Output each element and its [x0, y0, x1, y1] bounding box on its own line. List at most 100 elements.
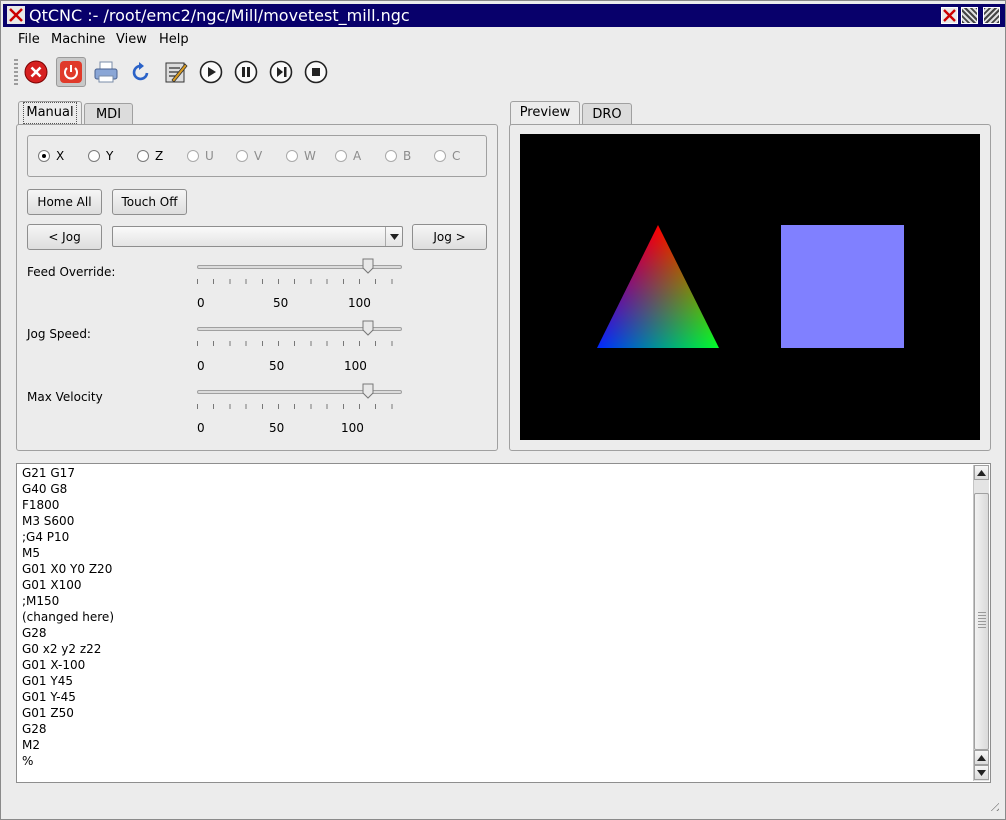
- menu-view[interactable]: View: [116, 32, 147, 47]
- toolbar-grip[interactable]: [14, 59, 18, 85]
- slider-handle[interactable]: [362, 258, 374, 274]
- scroll-up-button-lower[interactable]: [974, 750, 989, 765]
- gcode-line: G40 G8: [22, 482, 68, 496]
- step-button[interactable]: [266, 57, 296, 87]
- tick-label: 100: [341, 421, 364, 435]
- tick-label: 100: [344, 359, 367, 373]
- window-minimize-button[interactable]: [961, 7, 978, 24]
- gcode-line: G01 X100: [22, 578, 82, 592]
- axis-radio-y[interactable]: Y: [88, 149, 113, 163]
- tick-label: 100: [348, 296, 371, 310]
- axis-radio-w[interactable]: W: [286, 149, 316, 163]
- tab-manual[interactable]: Manual: [18, 101, 82, 125]
- axis-radio-x[interactable]: X: [38, 149, 64, 163]
- scrollbar-thumb[interactable]: [974, 493, 989, 750]
- tab-preview[interactable]: Preview: [510, 101, 580, 125]
- gcode-editor[interactable]: G21 G17 G40 G8 F1800 M3 S600 ;G4 P10 M5 G01 X0…: [16, 463, 991, 783]
- tab-dro[interactable]: DRO: [582, 103, 632, 125]
- gcode-line: G01 X0 Y0 Z20: [22, 562, 113, 576]
- arrow-up-icon: [977, 754, 986, 761]
- print-button[interactable]: [91, 57, 121, 87]
- gcode-line: F1800: [22, 498, 60, 512]
- rgb-triangle-shape: [597, 225, 719, 348]
- gcode-line: G28: [22, 722, 47, 736]
- tick-label: 0: [197, 421, 205, 435]
- stop-icon: [304, 60, 328, 84]
- vertical-scrollbar[interactable]: [973, 465, 989, 781]
- gcode-line: G01 Z50: [22, 706, 74, 720]
- machine-power-button[interactable]: [56, 57, 86, 87]
- axis-radio-z[interactable]: Z: [137, 149, 163, 163]
- arrow-down-icon: [977, 769, 986, 776]
- toolbar: [4, 53, 1004, 91]
- tick-label: 0: [197, 296, 205, 310]
- jog-minus-button[interactable]: < Jog: [27, 224, 102, 250]
- print-icon: [94, 61, 118, 83]
- reload-icon: [132, 62, 149, 81]
- pause-button[interactable]: [231, 57, 261, 87]
- tab-mdi[interactable]: MDI: [84, 103, 133, 125]
- title-bar[interactable]: QtCNC :- /root/emc2/ngc/Mill/movetest_mi…: [3, 4, 1005, 27]
- scroll-down-button[interactable]: [974, 765, 989, 780]
- main-window: QtCNC :- /root/emc2/ngc/Mill/movetest_mi…: [0, 0, 1006, 820]
- gcode-line: M2: [22, 738, 40, 752]
- gcode-line: G01 Y-45: [22, 690, 76, 704]
- max-velocity-slider[interactable]: [197, 383, 402, 413]
- resize-grip[interactable]: [987, 799, 999, 811]
- close-icon: [943, 9, 956, 22]
- menu-bar: File Machine View Help: [4, 28, 1004, 52]
- tick-label: 0: [197, 359, 205, 373]
- tick-label: 50: [269, 421, 285, 435]
- blue-square-shape: [781, 225, 904, 348]
- home-all-button[interactable]: Home All: [27, 189, 102, 215]
- menu-help[interactable]: Help: [159, 32, 189, 47]
- gcode-line: ;M150: [22, 594, 60, 608]
- axis-radio-c[interactable]: C: [434, 149, 460, 163]
- feed-override-label: Feed Override:: [27, 265, 116, 279]
- window-title: QtCNC :- /root/emc2/ngc/Mill/movetest_mi…: [29, 6, 410, 25]
- touch-off-button[interactable]: Touch Off: [112, 189, 187, 215]
- preview-canvas[interactable]: [520, 134, 980, 440]
- tick-label: 50: [269, 359, 285, 373]
- axis-radio-b[interactable]: B: [385, 149, 411, 163]
- tick-label: 50: [273, 296, 289, 310]
- menu-file[interactable]: File: [18, 32, 40, 47]
- power-icon: [60, 61, 82, 83]
- run-button[interactable]: [196, 57, 226, 87]
- window-close-button[interactable]: [941, 7, 958, 24]
- slider-handle[interactable]: [362, 383, 374, 399]
- gcode-line: M5: [22, 546, 40, 560]
- jog-speed-label: Jog Speed:: [27, 327, 91, 341]
- edit-icon: [165, 62, 188, 83]
- app-x-icon: [7, 6, 25, 24]
- menu-machine[interactable]: Machine: [51, 32, 105, 47]
- jog-speed-slider[interactable]: [197, 320, 402, 350]
- estop-button[interactable]: [21, 57, 51, 87]
- reload-button[interactable]: [126, 57, 156, 87]
- gcode-line: G01 X-100: [22, 658, 86, 672]
- max-velocity-label: Max Velocity: [27, 390, 103, 404]
- axis-radio-u[interactable]: U: [187, 149, 214, 163]
- window-maximize-button[interactable]: [983, 7, 1000, 24]
- jog-plus-button[interactable]: Jog >: [412, 224, 487, 250]
- stop-button[interactable]: [301, 57, 331, 87]
- axis-radio-v[interactable]: V: [236, 149, 262, 163]
- feed-override-slider[interactable]: [197, 258, 402, 288]
- play-icon: [199, 60, 223, 84]
- estop-icon: [24, 60, 48, 84]
- axis-radio-a[interactable]: A: [335, 149, 361, 163]
- slider-handle[interactable]: [362, 320, 374, 336]
- gcode-line: G0 x2 y2 z22: [22, 642, 102, 656]
- chevron-down-icon[interactable]: [385, 227, 402, 246]
- gcode-line: G28: [22, 626, 47, 640]
- scroll-up-button[interactable]: [974, 465, 989, 480]
- gcode-line: ;G4 P10: [22, 530, 70, 544]
- gcode-line: M3 S600: [22, 514, 75, 528]
- gcode-line: G21 G17: [22, 466, 75, 480]
- edit-button[interactable]: [161, 57, 191, 87]
- arrow-up-icon: [977, 469, 986, 476]
- pause-icon: [234, 60, 258, 84]
- jog-increment-select[interactable]: [112, 226, 403, 247]
- gcode-line: %: [22, 754, 34, 768]
- gcode-line: (changed here): [22, 610, 114, 624]
